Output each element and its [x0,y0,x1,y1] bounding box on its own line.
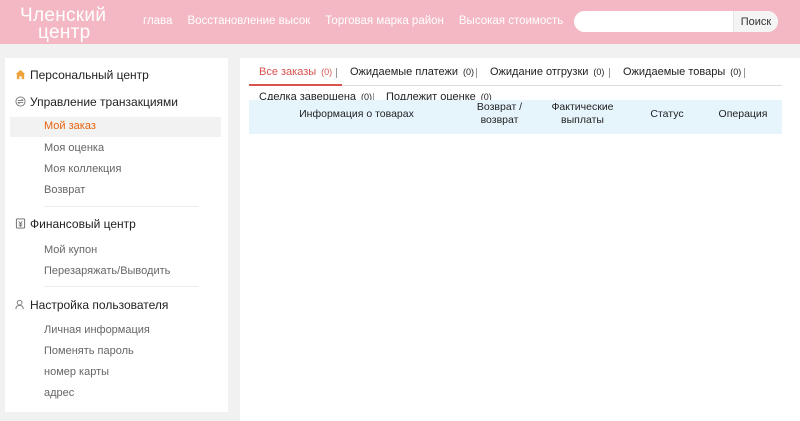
sidebar-finance-header: Финансовый центр [15,217,136,231]
column-product-info: Информация о товарах [299,108,414,120]
sidebar-item-change-password[interactable]: Поменять пароль [44,345,134,357]
sidebar-divider [44,286,199,287]
sidebar-item-my-coupon[interactable]: Мой купон [44,244,97,256]
sidebar-item-my-collection[interactable]: Моя коллекция [44,163,121,175]
sidebar-transactions-header: Управление транзакциями [15,95,178,109]
tab-count: (0) [593,67,605,77]
column-status: Статус [650,108,684,120]
user-icon [15,299,24,310]
tab-separator [476,68,477,78]
sidebar-item-card-number[interactable]: номер карты [44,366,109,378]
nav-link-recovery[interactable]: Восстановление высок [187,15,310,27]
tab-count: (0) [730,67,742,77]
tab-awaiting-payment[interactable]: Ожидаемые платежи (0) [350,66,474,86]
logo[interactable]: Членский центр [20,6,120,43]
tab-separator [744,68,745,78]
tab-label: Ожидаемые товары [623,66,726,78]
sidebar-user-settings-label: Настройка пользователя [30,298,169,312]
nav-link-brand-area[interactable]: Торговая марка район [325,15,444,27]
search-box: Поиск [574,11,778,32]
logo-line-2: центр [38,22,91,43]
column-return: Возврат / возврат [476,101,523,126]
sidebar-item-address[interactable]: адрес [44,387,74,399]
transactions-icon [15,96,26,107]
tab-awaiting-shipment[interactable]: Ожидание отгрузки (0) [490,66,604,86]
tab-label: Ожидаемые платежи [350,66,459,78]
sidebar-finance-label: Финансовый центр [30,217,136,231]
sidebar-item-recharge-withdraw[interactable]: Перезаряжать/Выводить [44,265,170,277]
column-operation: Операция [718,108,768,120]
sidebar-divider [44,206,199,207]
tab-separator [336,68,337,78]
tab-all-orders[interactable]: Все заказы (0) [249,66,343,86]
tab-awaiting-goods[interactable]: Ожидаемые товары (0) [623,66,741,86]
orders-table-header: Информация о товарах Возврат / возврат Ф… [249,100,782,134]
top-header: Членский центр глава Восстановление высо… [0,0,800,44]
tab-separator [609,68,610,78]
tab-label: Все заказы [259,66,317,78]
search-button[interactable]: Поиск [733,11,778,32]
tab-count: (0) [321,67,333,77]
column-actual-payment: Фактические выплаты [551,101,614,126]
sidebar-user-settings-header: Настройка пользователя [15,298,169,312]
main-panel: Все заказы (0) Ожидаемые платежи (0) Ожида… [240,58,800,421]
nav-link-home[interactable]: глава [143,15,172,27]
order-tabs: Все заказы (0) Ожидаемые платежи (0) Ожида… [249,66,782,86]
sidebar: Персональный центр Управление транзакция… [5,58,228,412]
sidebar-item-label: Мой заказ [44,120,96,132]
sidebar-item-my-rating[interactable]: Моя оценка [44,142,104,154]
search-input[interactable] [582,13,732,30]
tab-label: Ожидание отгрузки [490,66,589,78]
finance-icon [15,218,26,229]
sidebar-item-personal-info[interactable]: Личная информация [44,324,150,336]
sidebar-transactions-label: Управление транзакциями [30,95,178,109]
sidebar-personal-center-label: Персональный центр [30,68,149,82]
tab-count: (0) [463,67,475,77]
main-nav: глава Восстановление высок Торговая марк… [143,15,578,27]
sidebar-personal-center[interactable]: Персональный центр [15,68,149,82]
sidebar-item-returns[interactable]: Возврат [44,184,85,196]
sidebar-item-my-order[interactable]: Мой заказ [10,117,221,137]
home-icon [15,69,26,80]
nav-link-high-value[interactable]: Высокая стоимость [459,15,563,27]
